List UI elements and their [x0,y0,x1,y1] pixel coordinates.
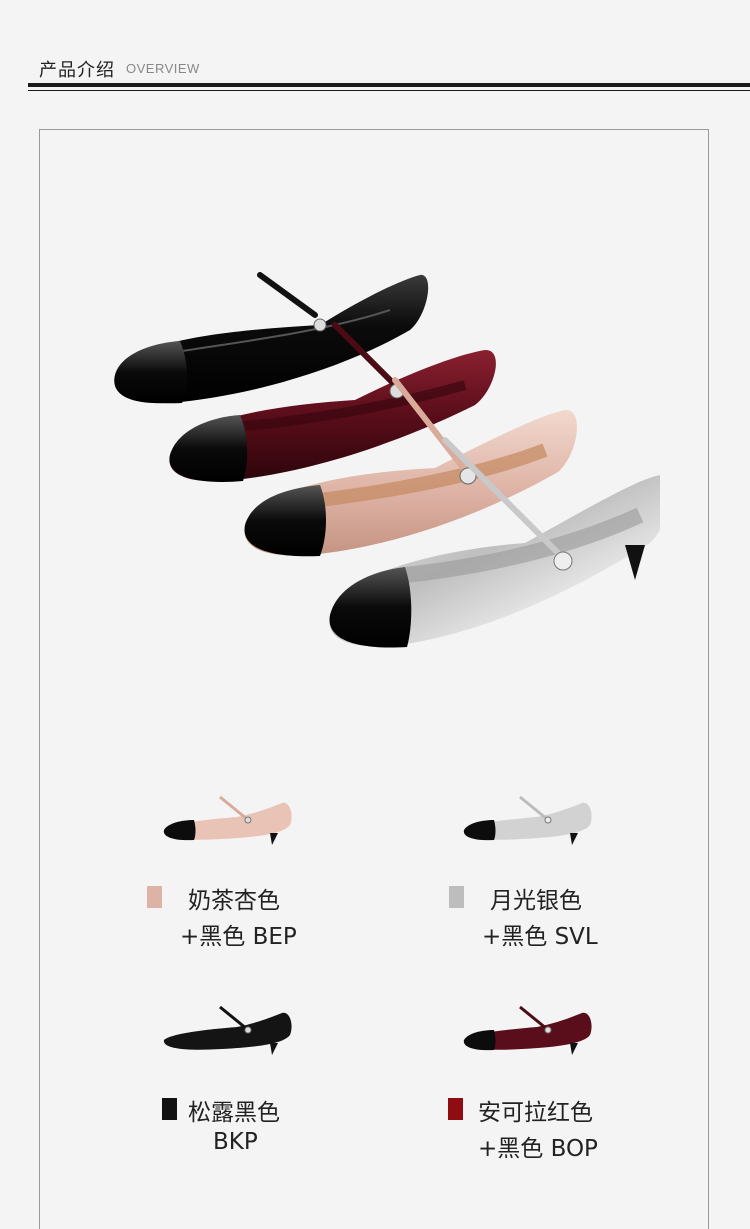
variant-code: +黑色 SVL [482,924,598,950]
beige-shoe-icon [163,795,292,845]
variant-name: 安可拉红色 [478,1100,593,1126]
black-shoe [114,272,429,404]
silver-shoe-icon [463,795,592,845]
swatch-beige [147,886,162,908]
variant-silver[interactable]: 月光银色 +黑色 SVL [449,795,750,995]
variant-code: +黑色 BOP [478,1136,598,1162]
swatch-silver [449,886,464,908]
variant-beige[interactable]: 奶茶杏色 +黑色 BEP [147,795,450,995]
hero-shoes-image [114,272,660,648]
section-subtitle: OVERVIEW [126,61,200,76]
section-title: 产品介绍 [39,60,115,81]
variant-name: 奶茶杏色 [188,888,280,914]
black-shoe-icon [163,1005,292,1055]
section-header: 产品介绍 OVERVIEW [0,0,750,120]
burgundy-shoe-icon [463,1005,592,1055]
variant-black[interactable]: 松露黑色 BKP [152,1005,452,1205]
variant-name: 月光银色 [490,888,582,914]
swatch-black [162,1098,177,1120]
variant-name: 松露黑色 [188,1100,280,1126]
variant-code: BKP [213,1129,258,1155]
variant-code: +黑色 BEP [180,924,297,950]
header-divider-thick [28,83,750,87]
variant-burgundy[interactable]: 安可拉红色 +黑色 BOP [448,1005,750,1205]
header-divider-thin [28,90,750,91]
swatch-burgundy [448,1098,463,1120]
